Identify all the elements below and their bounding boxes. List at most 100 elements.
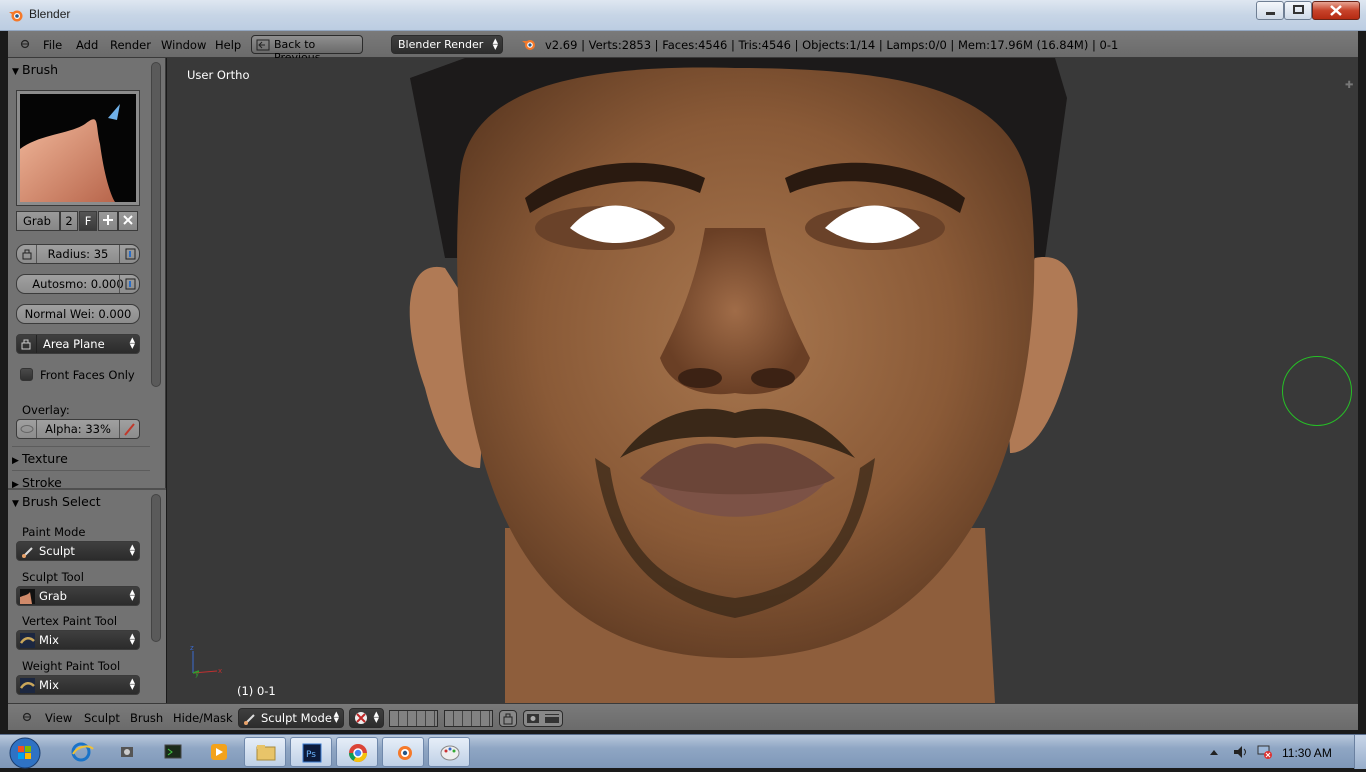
taskbar-explorer[interactable] <box>244 737 286 767</box>
devices-icon <box>121 747 133 757</box>
taskbar-clock[interactable]: 11:30 AM <box>1282 746 1332 760</box>
weight-paint-tool-select[interactable]: Mix ▲ ▼ <box>16 675 140 695</box>
sculpt-tool-select[interactable]: Grab ▲ ▼ <box>16 586 140 606</box>
minimize-button[interactable] <box>1256 1 1284 20</box>
autosmooth-field[interactable]: Autosmo: 0.000 <box>16 274 140 294</box>
plus-icon <box>103 215 113 225</box>
editor-type-icon[interactable] <box>22 712 32 722</box>
interaction-mode-select[interactable]: Sculpt Mode ▲ ▼ <box>238 708 344 728</box>
texture-panel-header[interactable]: ▶ Texture <box>12 451 150 471</box>
menu-sculpt[interactable]: Sculpt <box>84 711 120 725</box>
vertex-paint-tool-select[interactable]: Mix ▲ ▼ <box>16 630 140 650</box>
menu-window[interactable]: Window <box>161 38 206 52</box>
minimize-icon <box>1266 12 1275 15</box>
paint-mode-select[interactable]: Sculpt ▲ ▼ <box>16 541 140 561</box>
weight-paint-tool-value: Mix <box>39 678 59 692</box>
menu-render[interactable]: Render <box>110 38 151 52</box>
volume-icon[interactable] <box>1232 744 1250 760</box>
taskbar-media-player[interactable] <box>198 737 240 767</box>
pressure-icon[interactable] <box>119 245 139 263</box>
sculpt-tool-value: Grab <box>39 589 67 603</box>
view-name-label: User Ortho <box>187 68 250 82</box>
pressure-icon[interactable] <box>119 275 139 293</box>
sculpt-brush-icon <box>22 547 33 558</box>
alpha-field[interactable]: Alpha: 33% <box>16 419 140 439</box>
taskbar-ie[interactable] <box>60 737 102 767</box>
normal-weight-field[interactable]: Normal Wei: 0.000 <box>16 304 140 324</box>
sculpt-plane-value: Area Plane <box>43 337 105 351</box>
taskbar-chrome[interactable] <box>336 737 378 767</box>
layer-buttons-group-1[interactable] <box>389 710 438 727</box>
brush-datablock-row: Grab 2 F <box>16 211 140 231</box>
collapse-triangle-icon: ▼ <box>12 67 19 77</box>
render-engine-select[interactable]: Blender Render ▲ ▼ <box>391 35 503 54</box>
menu-view[interactable]: View <box>45 711 72 725</box>
show-hidden-icons-icon[interactable] <box>1208 747 1220 757</box>
dropdown-arrows-icon: ▲ ▼ <box>129 632 135 646</box>
fake-user-button[interactable]: F <box>79 211 97 231</box>
taskbar-terminal[interactable] <box>152 737 194 767</box>
start-button[interactable] <box>4 735 44 769</box>
layer-buttons-group-2[interactable] <box>444 710 493 727</box>
sculpt-brush-icon <box>244 714 255 725</box>
weight-paint-tool-label: Weight Paint Tool <box>22 659 121 673</box>
tool-shelf: ▼ Brush Grab 2 F Radius: 35 Autosmo: 0.00… <box>8 58 166 703</box>
terminal-icon <box>164 744 182 759</box>
render-buttons[interactable] <box>523 710 563 727</box>
brush-panel-header[interactable]: ▼ Brush <box>12 62 150 82</box>
radius-field[interactable]: Radius: 35 <box>16 244 140 264</box>
viewport-shading-select[interactable]: ▲ ▼ <box>349 708 384 728</box>
menu-brush[interactable]: Brush <box>130 711 163 725</box>
lock-icon[interactable] <box>17 335 37 353</box>
3d-view-header: View Sculpt Brush Hide/Mask Sculpt Mode … <box>8 703 1358 730</box>
menu-help[interactable]: Help <box>215 38 241 52</box>
add-brush-button[interactable] <box>98 211 118 231</box>
svg-text:Ps: Ps <box>306 750 316 760</box>
radius-value: Radius: 35 <box>47 247 109 261</box>
brush-preview[interactable] <box>16 90 140 206</box>
texture-panel-title: Texture <box>22 451 68 466</box>
tool-shelf-scrollbar[interactable] <box>151 62 161 387</box>
taskbar-paint[interactable] <box>428 737 470 767</box>
brush-users-count[interactable]: 2 <box>60 211 78 231</box>
close-button[interactable] <box>1312 1 1360 20</box>
lock-icon[interactable] <box>17 245 37 263</box>
front-faces-only-checkbox[interactable] <box>20 368 33 381</box>
brush-pen-icon[interactable] <box>119 420 139 438</box>
brush-select-panel-title: Brush Select <box>22 494 101 509</box>
camera-icon <box>527 714 559 723</box>
3d-viewport[interactable]: User Ortho z x y (1) 0-1 ✚ <box>167 58 1358 703</box>
show-desktop-button[interactable] <box>1354 735 1366 769</box>
unlink-brush-button[interactable] <box>118 211 138 231</box>
editor-type-icon[interactable] <box>20 39 30 49</box>
taskbar-photoshop[interactable]: Ps <box>290 737 332 767</box>
brush-panel-title: Brush <box>22 62 59 77</box>
collapse-triangle-icon: ▼ <box>12 499 19 509</box>
mix-brush-icon <box>20 678 35 693</box>
maximize-button[interactable] <box>1284 1 1312 20</box>
vertex-paint-tool-value: Mix <box>39 633 59 647</box>
brush-select-panel-header[interactable]: ▼ Brush Select <box>12 494 150 514</box>
lock-camera-button[interactable] <box>499 710 517 727</box>
properties-toggle-plus-icon[interactable]: ✚ <box>1345 81 1353 91</box>
network-error-icon[interactable] <box>1257 744 1273 760</box>
svg-text:x: x <box>218 667 222 675</box>
brush-select-scrollbar[interactable] <box>151 494 161 642</box>
sculpted-head-model <box>409 58 1078 703</box>
window-title: Blender <box>29 7 71 21</box>
taskbar-blender[interactable] <box>382 737 424 767</box>
menu-add[interactable]: Add <box>76 38 98 52</box>
close-icon <box>1330 5 1342 16</box>
taskbar-devices[interactable] <box>106 737 148 767</box>
paint-mode-value: Sculpt <box>39 544 75 558</box>
menu-hide-mask[interactable]: Hide/Mask <box>173 711 233 725</box>
brush-name-field[interactable]: Grab <box>16 211 60 231</box>
autosmooth-value: Autosmo: 0.000 <box>32 277 124 291</box>
menu-file[interactable]: File <box>43 38 62 52</box>
window-title-bar: Blender <box>0 0 1366 31</box>
sculpt-plane-select[interactable]: Area Plane ▲ ▼ <box>16 334 140 354</box>
paint-mode-label: Paint Mode <box>22 525 86 539</box>
back-to-previous-button[interactable]: Back to Previous <box>251 35 363 64</box>
interaction-mode-value: Sculpt Mode <box>261 711 332 725</box>
eye-icon[interactable] <box>17 420 37 438</box>
